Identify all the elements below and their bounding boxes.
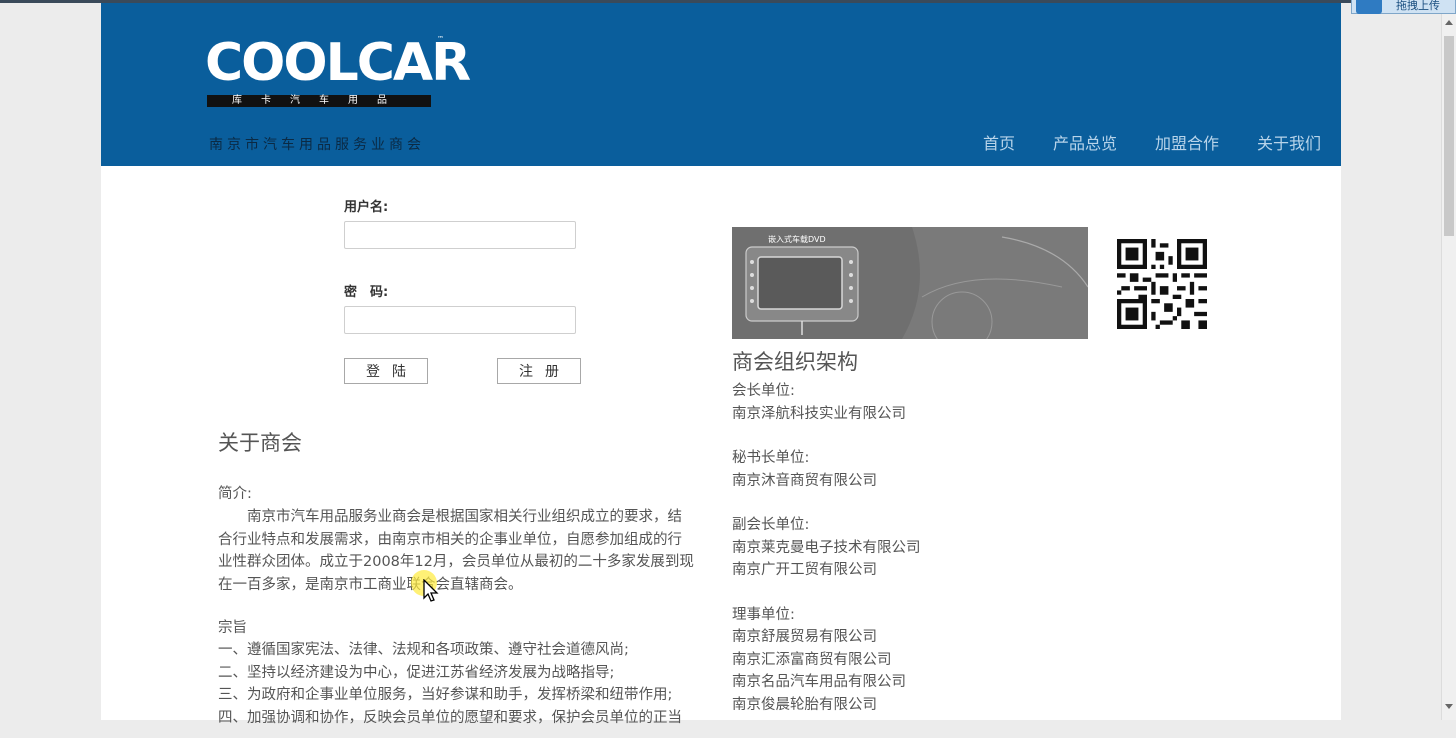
purpose-list: 一、遵循国家宪法、法律、法规和各项政策、遵守社会道德风尚; 二、坚持以经济建设为…	[218, 639, 718, 729]
drag-upload-label: 拖拽上传	[1396, 0, 1440, 12]
login-button[interactable]: 登陆	[344, 358, 428, 384]
org-structure-title: 商会组织架构	[732, 350, 858, 374]
org-member: 南京沐音商贸有限公司	[732, 472, 877, 489]
org-structure-list: 会长单位: 南京泽航科技实业有限公司 秘书长单位: 南京沐音商贸有限公司 副会长…	[732, 380, 921, 738]
intro-line: 业性群众团体。成立于2008年12月，会员单位从最初的二十多家发展到现	[218, 554, 694, 570]
logo-trademark: ™	[437, 35, 444, 43]
intro-line: 合行业特点和发展需求，由南京市相关的企事业单位，自愿参加组成的行	[218, 531, 682, 548]
cloud-upload-icon	[1356, 0, 1382, 14]
register-button[interactable]: 注册	[497, 358, 581, 384]
org-group-label: 副会长单位:	[732, 517, 810, 533]
org-group-council: 理事单位: 南京舒展贸易有限公司 南京汇添富商贸有限公司 南京名品汽车用品有限公…	[732, 604, 921, 717]
org-group-president: 会长单位: 南京泽航科技实业有限公司	[732, 380, 921, 425]
intro-paragraph: 南京市汽车用品服务业商会是根据国家相关行业组织成立的要求，结 合行业特点和发展需…	[218, 506, 708, 596]
username-input[interactable]	[344, 221, 576, 249]
org-member: 南京舒展贸易有限公司	[732, 629, 877, 645]
purpose-label: 宗旨	[218, 620, 247, 636]
org-member: 南京俊晨轮胎有限公司	[732, 696, 877, 713]
org-member: 南京泽航科技实业有限公司	[732, 405, 906, 422]
main-nav: 首页 产品总览 加盟合作 关于我们	[983, 130, 1321, 154]
scroll-up-icon[interactable]	[1445, 20, 1453, 25]
nav-item-home[interactable]: 首页	[983, 130, 1015, 154]
banner-image: 嵌入式车载DVD	[732, 227, 1088, 339]
password-input[interactable]	[344, 306, 576, 334]
purpose-line: 三、为政府和企事业单位服务，当好参谋和助手，发挥桥梁和纽带作用;	[218, 687, 673, 703]
intro-line: 南京市汽车用品服务业商会是根据国家相关行业组织成立的要求，结	[218, 509, 682, 525]
qr-code-icon	[1117, 239, 1207, 329]
purpose-line: 一、遵循国家宪法、法律、法规和各项政策、遵守社会道德风尚;	[218, 642, 629, 658]
purpose-line: 二、坚持以经济建设为中心，促进江苏省经济发展为战略指导;	[218, 664, 615, 681]
username-label: 用户名:	[344, 200, 389, 215]
scrollbar-thumb[interactable]	[1444, 36, 1454, 236]
intro-line: 在一百多家，是南京市工商业联合会直辖商会。	[218, 576, 523, 593]
mouse-cursor-icon	[423, 579, 439, 602]
purpose-line: 四、加强协调和协作，反映会员单位的愿望和要求，保护会员单位的正当	[218, 709, 682, 726]
org-group-label: 会长单位:	[732, 383, 795, 399]
org-member: 南京广开工贸有限公司	[732, 562, 877, 578]
nav-item-about[interactable]: 关于我们	[1257, 130, 1321, 154]
nav-item-products[interactable]: 产品总览	[1053, 130, 1117, 154]
nav-item-franchise[interactable]: 加盟合作	[1155, 130, 1219, 154]
site-header: COOLCAR ™ 库卡汽车用品 南京市汽车用品服务业商会 首页 产品总览 加盟…	[101, 3, 1341, 166]
logo[interactable]: COOLCAR ™ 库卡汽车用品	[205, 33, 471, 108]
about-title: 关于商会	[218, 431, 302, 455]
org-group-label: 秘书长单位:	[732, 450, 810, 466]
page-container: COOLCAR ™ 库卡汽车用品 南京市汽车用品服务业商会 首页 产品总览 加盟…	[101, 3, 1341, 726]
org-member: 南京名品汽车用品有限公司	[732, 674, 906, 690]
org-group-label: 理事单位:	[732, 606, 795, 623]
vertical-scrollbar[interactable]	[1441, 14, 1456, 720]
intro-label: 简介:	[218, 486, 252, 502]
logo-text: COOLCAR	[205, 33, 471, 93]
scroll-down-icon[interactable]	[1445, 704, 1453, 709]
org-member: 南京莱克曼电子技术有限公司	[732, 539, 921, 556]
organization-name: 南京市汽车用品服务业商会	[209, 137, 425, 153]
drag-upload-button[interactable]: 拖拽上传	[1351, 0, 1456, 14]
banner-caption: 嵌入式车载DVD	[768, 234, 826, 244]
password-label: 密 码:	[344, 285, 389, 300]
org-group-secretary: 秘书长单位: 南京沐音商贸有限公司	[732, 447, 921, 492]
product-banner[interactable]: 嵌入式车载DVD	[732, 227, 1088, 339]
logo-subtitle: 库卡汽车用品	[207, 95, 431, 107]
org-member: 南京汇添富商贸有限公司	[732, 651, 892, 668]
org-group-vice-president: 副会长单位: 南京莱克曼电子技术有限公司 南京广开工贸有限公司	[732, 514, 921, 582]
